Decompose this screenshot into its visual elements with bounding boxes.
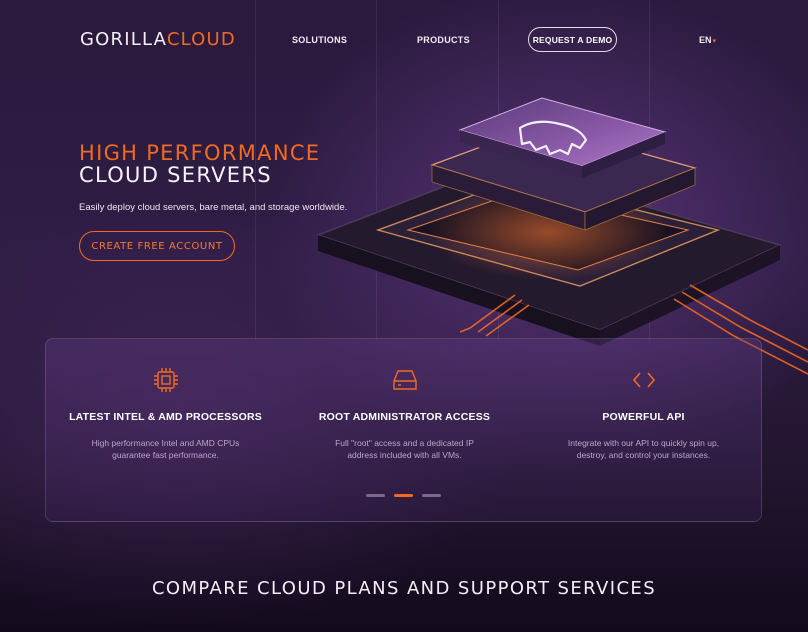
hero-title-line1: HIGH PERFORMANCE bbox=[79, 141, 321, 165]
carousel-dot-2[interactable] bbox=[394, 494, 413, 497]
nav-solutions[interactable]: SOLUTIONS bbox=[292, 35, 347, 45]
request-demo-button[interactable]: REQUEST A DEMO bbox=[528, 27, 617, 52]
feature-description: High performance Intel and AMD CPUs guar… bbox=[91, 438, 240, 460]
logo-text-gorilla: GORILLA bbox=[80, 29, 167, 50]
hero-subtitle: Easily deploy cloud servers, bare metal,… bbox=[79, 202, 348, 213]
server-drive-icon bbox=[392, 370, 417, 390]
hero-title-line2: CLOUD SERVERS bbox=[79, 163, 272, 187]
nav-products[interactable]: PRODUCTS bbox=[417, 35, 470, 45]
features-panel: LATEST INTEL & AMD PROCESSORS High perfo… bbox=[45, 338, 762, 522]
carousel-dot-1[interactable] bbox=[366, 494, 385, 497]
code-brackets-icon bbox=[632, 372, 655, 388]
carousel-dot-3[interactable] bbox=[422, 494, 441, 497]
processor-chip-icon bbox=[153, 368, 178, 392]
chevron-down-icon: ▾ bbox=[712, 38, 717, 45]
create-account-button[interactable]: CREATE FREE ACCOUNT bbox=[79, 231, 235, 261]
carousel-indicators bbox=[46, 494, 761, 497]
logo[interactable]: GORILLACLOUD bbox=[80, 29, 236, 50]
feature-description: Full "root" access and a dedicated IP ad… bbox=[335, 438, 474, 460]
language-selector[interactable]: EN▾ bbox=[699, 35, 716, 45]
compare-plans-heading: COMPARE CLOUD PLANS AND SUPPORT SERVICES bbox=[151, 578, 657, 599]
language-label: EN bbox=[699, 35, 712, 45]
feature-description: Integrate with our API to quickly spin u… bbox=[567, 438, 720, 460]
logo-text-cloud: CLOUD bbox=[166, 29, 236, 50]
feature-title: ROOT ADMINISTRATOR ACCESS bbox=[318, 411, 491, 423]
feature-title: LATEST INTEL & AMD PROCESSORS bbox=[69, 411, 262, 423]
feature-title: POWERFUL API bbox=[602, 411, 685, 423]
